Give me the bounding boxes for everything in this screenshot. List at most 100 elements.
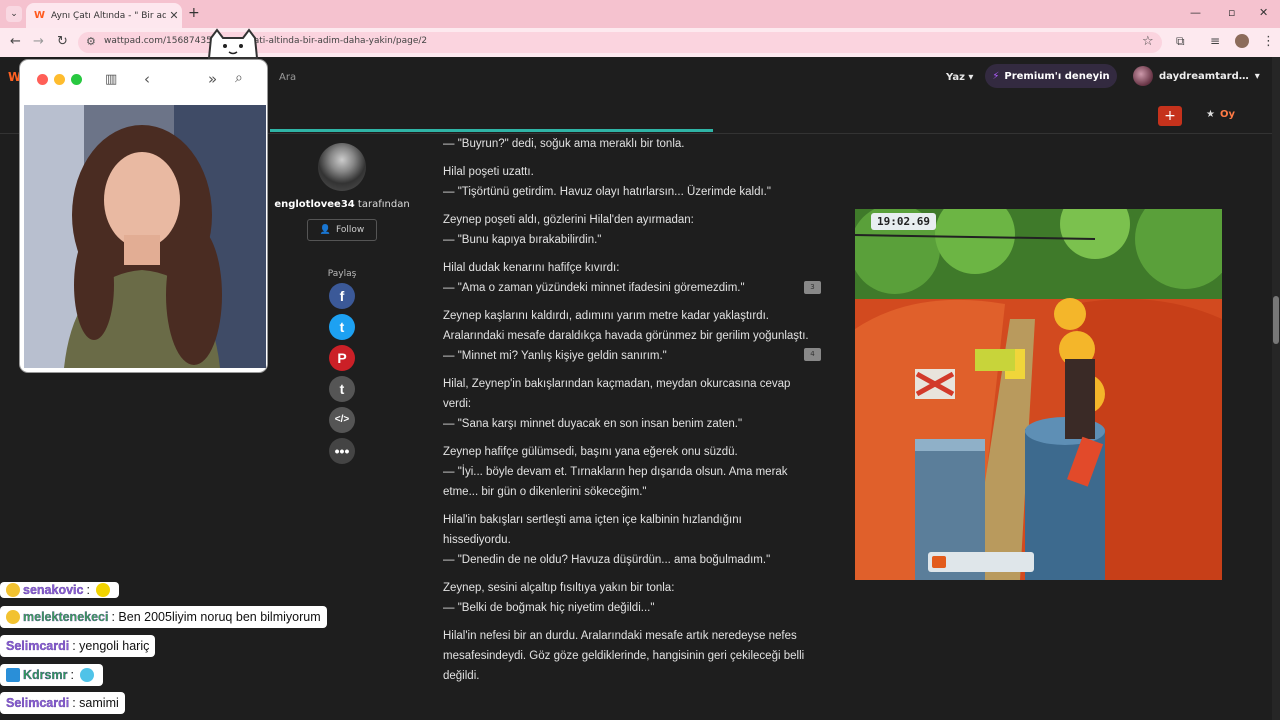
- premium-label: Premium'ı deneyin: [1004, 70, 1110, 82]
- reload-button[interactable]: ↻: [57, 34, 68, 49]
- chat-username[interactable]: Kdrsmr: [23, 668, 68, 682]
- subway-surfers-scene: [855, 209, 1222, 580]
- follow-label: Follow: [335, 225, 365, 235]
- emote-icon: [95, 583, 110, 597]
- search-icon[interactable]: ⌕: [235, 70, 243, 86]
- story-line: — "Bunu kapıya bırakabilirdin.": [443, 234, 602, 246]
- minimize-button[interactable]: —: [1190, 6, 1201, 19]
- scrollbar-thumb[interactable]: [1273, 296, 1279, 344]
- author-by-suffix: tarafından: [354, 199, 410, 210]
- reading-progress-bar: [270, 129, 713, 132]
- story-line: — "Ama o zaman yüzündeki minnet ifadesin…: [443, 282, 745, 294]
- tumblr-icon[interactable]: t: [329, 376, 355, 402]
- pinterest-icon[interactable]: P: [329, 345, 355, 371]
- twitter-icon[interactable]: t: [329, 314, 355, 340]
- chat-username[interactable]: senakovic: [23, 583, 84, 597]
- window-controls: [37, 74, 82, 85]
- powerup-meter-fill: [932, 556, 946, 568]
- chat-text: : Ben 2005liyim noruq ben bilmiyorum: [111, 610, 321, 624]
- tab-search-button[interactable]: ⌄: [6, 6, 22, 22]
- close-tab-icon[interactable]: ✕: [166, 9, 182, 22]
- author-name[interactable]: englotlovee34: [274, 199, 354, 210]
- page-scrollbar[interactable]: [1272, 57, 1280, 720]
- chevron-down-icon: ▾: [1254, 70, 1260, 82]
- wattpad-favicon-icon: W: [34, 10, 46, 21]
- premium-button[interactable]: ⚡ Premium'ı deneyin: [985, 64, 1117, 88]
- chat-username[interactable]: Selimcardi: [6, 639, 70, 653]
- story-line: Zeynep hafifçe gülümsedi, başını yana eğ…: [443, 446, 738, 458]
- powerup-meter: [928, 552, 1034, 572]
- share-label: Paylaş: [327, 269, 357, 279]
- back-button[interactable]: ←: [10, 34, 21, 49]
- vote-button[interactable]: ★ Oy: [1206, 109, 1235, 120]
- site-info-icon[interactable]: ⚙: [86, 35, 96, 48]
- chat-username[interactable]: Selimcardi: [6, 696, 70, 710]
- chevron-double-right-icon[interactable]: »: [208, 70, 217, 88]
- chat-message: Selimcardi : yengoli hariç: [0, 635, 156, 657]
- extensions-icon[interactable]: ⧉: [1176, 34, 1185, 49]
- story-line: — "Sana karşı minnet duyacak en son insa…: [443, 418, 743, 430]
- chat-text: :: [86, 583, 90, 597]
- lightning-icon: ⚡: [992, 70, 1000, 82]
- new-tab-button[interactable]: +: [188, 5, 200, 21]
- sidebar-toggle-icon[interactable]: ▥: [105, 72, 117, 87]
- write-label: Yaz: [946, 72, 965, 83]
- author-byline: englotlovee34 tarafından: [270, 199, 414, 210]
- close-window-button[interactable]: ✕: [1259, 6, 1268, 19]
- chat-message: melektenekeci : Ben 2005liyim noruq ben …: [0, 606, 327, 628]
- more-icon[interactable]: •••: [329, 438, 355, 464]
- maximize-button[interactable]: ▫: [1228, 6, 1235, 19]
- browser-tab[interactable]: W Aynı Çatı Altında - " Bir adım d… ✕: [26, 3, 182, 28]
- user-menu[interactable]: daydreamtard… ▾: [1133, 66, 1260, 86]
- story-line: verdi:: [443, 398, 472, 410]
- story-line: Aralarındaki mesafe daraldıkça havada gö…: [443, 330, 809, 342]
- embed-icon[interactable]: </>: [329, 407, 355, 433]
- zoom-dot-icon[interactable]: [71, 74, 82, 85]
- inline-comment-button[interactable]: 3: [804, 281, 821, 294]
- chat-message: Kdrsmr :: [0, 664, 103, 686]
- story-line: — "İyi... böyle devam et. Tırnakların he…: [443, 466, 788, 478]
- minimize-dot-icon[interactable]: [54, 74, 65, 85]
- story-content: — "Buyrun?" dedi, soğuk ama meraklı bir …: [443, 134, 815, 686]
- pixel-cat-cursor-icon: [205, 28, 261, 64]
- write-menu[interactable]: Yaz ▾: [946, 72, 973, 83]
- add-user-icon: 👤: [319, 225, 331, 235]
- profile-avatar[interactable]: [1235, 34, 1249, 48]
- chat-username[interactable]: melektenekeci: [23, 610, 109, 624]
- chevron-left-icon[interactable]: ‹: [144, 70, 150, 88]
- story-line: Zeynep kaşlarını kaldırdı, adımını yarım…: [443, 310, 769, 322]
- chat-text: :: [70, 668, 74, 682]
- chat-text: : samimi: [72, 696, 119, 710]
- search-label[interactable]: Ara: [279, 72, 296, 83]
- story-line: Hilal'in nefesi bir an durdu. Aralarında…: [443, 630, 797, 642]
- story-line: — "Buyrun?" dedi, soğuk ama meraklı bir …: [443, 138, 685, 150]
- story-line: değildi.: [443, 670, 480, 682]
- star-icon: ★: [1206, 109, 1215, 120]
- story-line: — "Minnet mi? Yanlış kişiye geldin sanır…: [443, 350, 667, 362]
- bookmark-star-icon[interactable]: ☆: [1142, 34, 1154, 49]
- author-avatar[interactable]: [318, 143, 366, 191]
- story-line: etme... bir gün o dikenlerini sökeceğim.…: [443, 486, 647, 498]
- follow-button[interactable]: 👤 Follow: [307, 219, 377, 241]
- inline-comment-button[interactable]: 4: [804, 348, 821, 361]
- badge-icon: [6, 583, 20, 597]
- run-timer: 19:02.69: [871, 213, 936, 230]
- emote-icon: [79, 668, 94, 682]
- story-line: hissediyordu.: [443, 534, 511, 546]
- reading-list-icon[interactable]: ≡: [1210, 34, 1220, 48]
- browser-menu-icon[interactable]: ⋮: [1262, 34, 1275, 49]
- story-line: Hilal poşeti uzattı.: [443, 166, 534, 178]
- add-to-list-button[interactable]: +: [1158, 106, 1182, 126]
- badge-icon: [6, 668, 20, 682]
- forward-button[interactable]: →: [33, 34, 44, 49]
- close-dot-icon[interactable]: [37, 74, 48, 85]
- chat-message: Selimcardi : samimi: [0, 692, 125, 714]
- facebook-icon[interactable]: f: [329, 283, 355, 309]
